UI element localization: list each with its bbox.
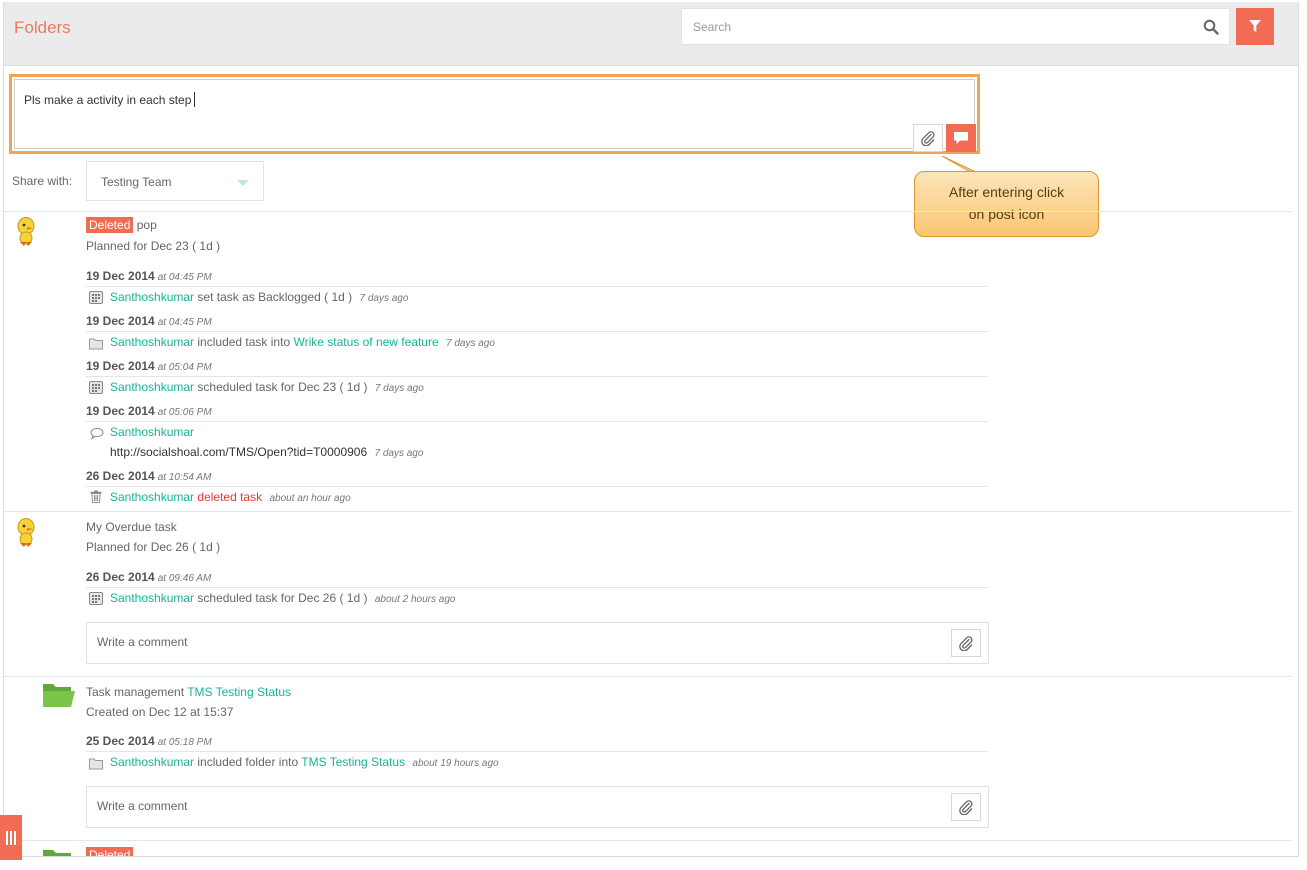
activity-text: Santhoshkumar scheduled task for Dec 26 … (110, 591, 456, 605)
paperclip-icon (959, 636, 973, 651)
folder-open-icon (43, 850, 71, 856)
comment-placeholder: Write a comment (97, 635, 188, 649)
activity-separator (86, 331, 988, 332)
folder-link[interactable]: TMS Testing Status (301, 755, 405, 769)
folder-small-icon (89, 758, 103, 770)
feed-divider (4, 676, 1292, 677)
task-title[interactable]: My Overdue task (86, 520, 177, 534)
activity-separator (86, 587, 988, 588)
task-planned: Planned for Dec 26 ( 1d ) (86, 540, 221, 554)
activity-text: Santhoshkumar scheduled task for Dec 23 … (110, 380, 424, 394)
activity-separator (86, 486, 988, 487)
status-badge: Deleted (86, 217, 134, 233)
activity-text: Santhoshkumar deleted task about an hour… (110, 490, 351, 504)
folder-created: Created on Dec 12 at 15:37 (86, 705, 234, 719)
share-select[interactable]: Testing Team (86, 161, 264, 201)
search-box (681, 8, 1230, 45)
activity-date: 26 Dec 2014 at 09:46 AM (86, 570, 212, 584)
sidebar-toggle-button[interactable] (0, 815, 22, 860)
folder-small-icon (89, 338, 103, 350)
filter-button[interactable] (1236, 8, 1274, 45)
activity-date: 19 Dec 2014 at 05:06 PM (86, 404, 212, 418)
share-label: Share with: (12, 174, 73, 188)
calendar-icon (89, 381, 103, 394)
user-link[interactable]: Santhoshkumar (110, 335, 194, 349)
task-title-line: Deleted (86, 847, 134, 856)
calendar-icon (89, 291, 103, 304)
folder-open-icon (43, 684, 75, 707)
user-link[interactable]: Santhoshkumar (110, 290, 194, 304)
search-input[interactable] (682, 9, 1192, 44)
post-button[interactable] (946, 124, 976, 152)
activity-separator (86, 421, 988, 422)
calendar-icon (89, 592, 103, 605)
user-link[interactable]: Santhoshkumar (110, 591, 194, 605)
duck-avatar-icon (17, 518, 35, 547)
activity-date: 19 Dec 2014 at 04:45 PM (86, 269, 212, 283)
page-title: Folders (14, 18, 71, 37)
search-icon[interactable] (1203, 19, 1219, 35)
composer-textarea[interactable]: Pls make a activity in each step (14, 79, 976, 152)
activity-text: Santhoshkumar set task as Backlogged ( 1… (110, 290, 409, 304)
activity-separator (86, 286, 988, 287)
chevron-down-icon (237, 180, 249, 186)
comment-attach-button[interactable] (951, 629, 981, 657)
user-link[interactable]: Santhoshkumar (110, 425, 194, 439)
composer-text: Pls make a activity in each step (24, 92, 196, 107)
post-composer: Pls make a activity in each step (9, 74, 980, 154)
callout-line-1: After entering click (948, 184, 1065, 200)
app-frame: Folders Pls make a activity in each step (3, 2, 1299, 857)
activity-date: 26 Dec 2014 at 10:54 AM (86, 469, 212, 483)
comment-text: http://socialshoal.com/TMS/Open?tid=T000… (110, 445, 424, 459)
feed-divider (4, 211, 1292, 212)
comment-attach-button[interactable] (951, 793, 981, 821)
duck-avatar-icon (17, 217, 35, 246)
feed-divider (4, 840, 1292, 841)
folder-link[interactable]: Wrike status of new feature (293, 335, 438, 349)
activity-text: Santhoshkumar included folder into TMS T… (110, 755, 499, 769)
comment-author: Santhoshkumar (110, 425, 194, 439)
activity-text: Santhoshkumar included task into Wrike s… (110, 335, 495, 349)
composer-attach-button[interactable] (913, 124, 943, 152)
share-selected-value: Testing Team (101, 175, 172, 189)
filter-icon (1249, 20, 1261, 32)
menu-bars-icon (6, 830, 16, 845)
comment-placeholder: Write a comment (97, 799, 188, 813)
activity-date: 19 Dec 2014 at 04:45 PM (86, 314, 212, 328)
activity-separator (86, 376, 988, 377)
user-link[interactable]: Santhoshkumar (110, 490, 194, 504)
user-link[interactable]: Santhoshkumar (110, 755, 194, 769)
comment-input[interactable]: Write a comment (86, 622, 989, 664)
task-title[interactable]: pop (137, 218, 157, 232)
tip-callout: After entering click on post icon (914, 171, 1099, 237)
paperclip-icon (921, 131, 935, 146)
comment-input[interactable]: Write a comment (86, 786, 989, 828)
comment-icon (90, 427, 104, 440)
folder-link[interactable]: TMS Testing Status (187, 685, 291, 699)
activity-separator (86, 751, 988, 752)
callout-line-2: on post icon (968, 206, 1045, 222)
user-link[interactable]: Santhoshkumar (110, 380, 194, 394)
top-bar: Folders (4, 2, 1298, 66)
task-planned: Planned for Dec 23 ( 1d ) (86, 239, 221, 253)
status-badge: Deleted (86, 847, 134, 856)
folder-title-line: Task management TMS Testing Status (86, 685, 292, 699)
feed-divider (4, 511, 1292, 512)
activity-date: 25 Dec 2014 at 05:18 PM (86, 734, 212, 748)
task-title-line: Deleted pop (86, 217, 157, 233)
speech-bubble-icon (954, 132, 968, 144)
text-caret (194, 92, 196, 107)
activity-date: 19 Dec 2014 at 05:04 PM (86, 359, 212, 373)
paperclip-icon (959, 800, 973, 815)
trash-icon (90, 490, 102, 503)
